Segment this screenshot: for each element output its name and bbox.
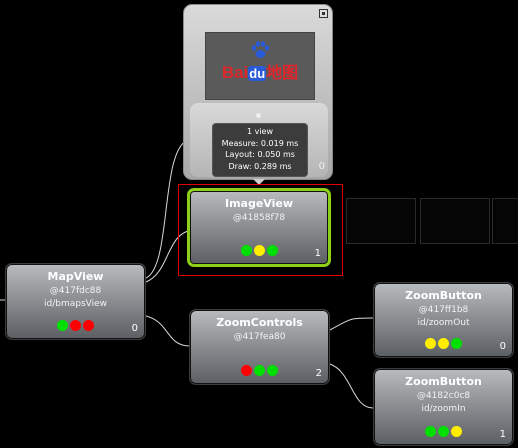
node-index: 1 [314, 248, 321, 259]
paw-icon [251, 41, 270, 58]
node-hash: @417ff1b8 [418, 305, 469, 315]
logo-text-bai: Bai [221, 63, 249, 82]
anchor-dot [256, 113, 261, 118]
view-preview-card[interactable]: Baidu地图 1 view Measure: 0.019 ms Layout:… [183, 4, 333, 180]
status-dots [374, 426, 513, 437]
node-title: ZoomControls [216, 316, 303, 329]
node-mapview[interactable]: MapView @417fdc88 id/bmapsView 0 [5, 263, 146, 340]
node-id: id/zoomOut [417, 318, 470, 328]
status-dots [6, 320, 145, 331]
node-index: 0 [131, 323, 138, 334]
node-index: 0 [499, 341, 506, 352]
node-imageview[interactable]: ImageView @41858f78 1 [187, 188, 331, 267]
measure-status-dot [241, 365, 252, 376]
draw-status-dot [451, 338, 462, 349]
node-zoombutton-zoomout[interactable]: ZoomButton @417ff1b8 id/zoomOut 0 [373, 282, 514, 358]
measure-status-dot [425, 338, 436, 349]
background-node [346, 198, 416, 244]
draw-status-dot [83, 320, 94, 331]
timing-tooltip: 1 view Measure: 0.019 ms Layout: 0.050 m… [212, 123, 308, 177]
tooltip-measure: Measure: 0.019 ms [221, 138, 299, 148]
node-hash: @417fdc88 [49, 286, 102, 296]
expand-preview-icon[interactable] [319, 9, 328, 18]
draw-status-dot [451, 426, 462, 437]
layout-status-dot [253, 245, 265, 256]
node-zoombutton-zoomin[interactable]: ZoomButton @4182c0c8 id/zoomIn 1 [373, 368, 514, 446]
node-id: id/zoomIn [421, 404, 466, 414]
node-hash: @41858f78 [232, 213, 286, 223]
node-title: ImageView [224, 197, 294, 210]
status-dots [374, 338, 513, 349]
tooltip-views: 1 view [246, 127, 274, 136]
layout-status-dot [438, 338, 449, 349]
status-dots [190, 365, 329, 376]
node-title: ZoomButton [405, 375, 482, 388]
measure-status-dot [425, 426, 436, 437]
node-zoomcontrols[interactable]: ZoomControls @417fea80 2 [189, 309, 330, 385]
layout-status-dot [254, 365, 265, 376]
logo-text-du: du [248, 66, 267, 81]
measure-status-dot [57, 320, 68, 331]
node-title: MapView [47, 270, 104, 283]
layout-status-dot [70, 320, 81, 331]
tooltip-layout: Layout: 0.050 ms [225, 150, 295, 159]
node-hash: @4182c0c8 [416, 391, 471, 401]
measure-status-dot [240, 245, 252, 256]
logo-text-map: 地图 [266, 65, 299, 82]
node-index: 2 [315, 368, 322, 379]
status-dots [190, 245, 328, 256]
baidu-map-logo: Baidu地图 [205, 32, 315, 100]
layout-status-dot [438, 426, 449, 437]
draw-status-dot [267, 365, 278, 376]
node-hash: @417fea80 [233, 332, 286, 342]
tooltip-draw: Draw: 0.289 ms [228, 161, 292, 171]
background-node [492, 198, 518, 244]
preview-index: 0 [318, 161, 325, 172]
node-title: ZoomButton [405, 289, 482, 302]
logo-text: Baidu地图 [206, 59, 314, 83]
node-index: 1 [499, 429, 506, 440]
background-node [420, 198, 490, 244]
node-id: id/bmapsView [44, 299, 107, 309]
draw-status-dot [266, 245, 278, 256]
